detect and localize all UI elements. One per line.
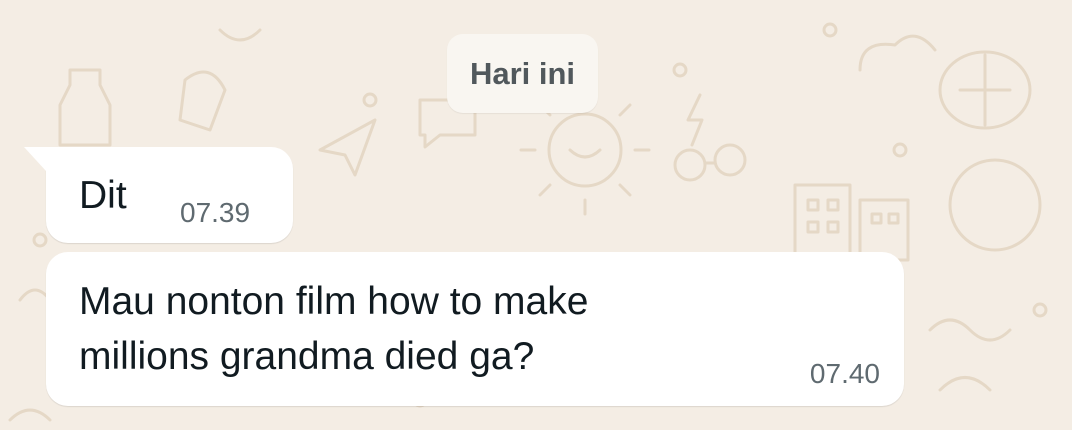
- message-bubble[interactable]: Dit 07.39: [24, 147, 293, 243]
- message-line: Mau nonton film how to make: [79, 280, 589, 323]
- glasses-doodle-icon: [673, 143, 747, 182]
- message-time: 07.39: [180, 197, 251, 228]
- cloud-doodle-icon: [858, 34, 937, 72]
- rocket-doodle-icon: [178, 70, 227, 132]
- bottle-doodle-icon: [58, 68, 112, 147]
- bubble-tail: [24, 147, 46, 171]
- date-divider: Hari ini: [447, 34, 598, 113]
- paper-plane-doodle-icon: [318, 118, 377, 177]
- message-bubble[interactable]: Mau nonton film how to make millions gra…: [46, 252, 904, 406]
- lightning-doodle-icon: [686, 93, 704, 147]
- date-label: Hari ini: [469, 55, 576, 91]
- ball-doodle-icon: [948, 158, 1042, 252]
- message-text: Mau nonton film how to make millions gra…: [79, 274, 588, 384]
- building-doodle-icon: [793, 183, 910, 262]
- message-line: millions grandma died ga?: [79, 335, 535, 378]
- message-time: 07.40: [809, 358, 880, 389]
- message-text: Dit: [79, 174, 127, 217]
- turtle-doodle-icon: [938, 50, 1032, 130]
